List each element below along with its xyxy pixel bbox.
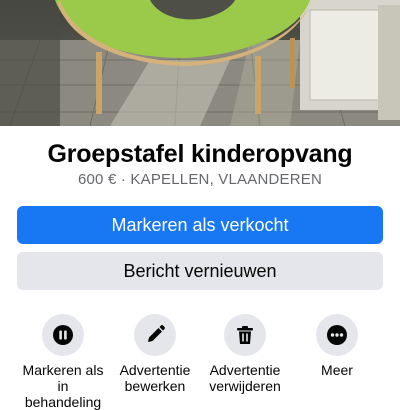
mark-pending-label: Markeren als in behandeling xyxy=(22,362,104,410)
renew-listing-label: Bericht vernieuwen xyxy=(123,260,277,281)
edit-listing-action[interactable]: Advertentie bewerken xyxy=(110,314,200,394)
listing-price-location: 600 € · KAPELLEN, VLAANDEREN xyxy=(77,171,323,188)
delete-listing-action[interactable]: Advertentie verwijderen xyxy=(200,314,290,394)
more-label: Meer xyxy=(321,362,353,378)
more-action[interactable]: Meer xyxy=(292,314,382,378)
edit-listing-button[interactable] xyxy=(134,314,176,356)
delete-listing-button[interactable] xyxy=(224,314,266,356)
renew-listing-button[interactable]: Bericht vernieuwen xyxy=(17,252,383,290)
trash-icon xyxy=(237,326,253,344)
more-icon xyxy=(327,325,347,345)
mark-as-sold-button[interactable]: Markeren als verkocht xyxy=(17,206,383,244)
listing-title: Groepstafel kinderopvang xyxy=(47,140,353,168)
listing-photo[interactable] xyxy=(0,0,400,126)
edit-listing-label: Advertentie bewerken xyxy=(119,362,191,394)
action-row: Markeren als in behandeling Advertentie … xyxy=(0,314,400,410)
mark-pending-button[interactable] xyxy=(42,314,84,356)
pencil-icon xyxy=(148,325,165,342)
delete-listing-label: Advertentie verwijderen xyxy=(209,362,281,394)
listing-photo-image xyxy=(0,0,400,126)
mark-as-sold-label: Markeren als verkocht xyxy=(111,214,289,235)
pause-icon xyxy=(53,325,73,345)
more-button[interactable] xyxy=(316,314,358,356)
mark-pending-action[interactable]: Markeren als in behandeling xyxy=(18,314,108,410)
